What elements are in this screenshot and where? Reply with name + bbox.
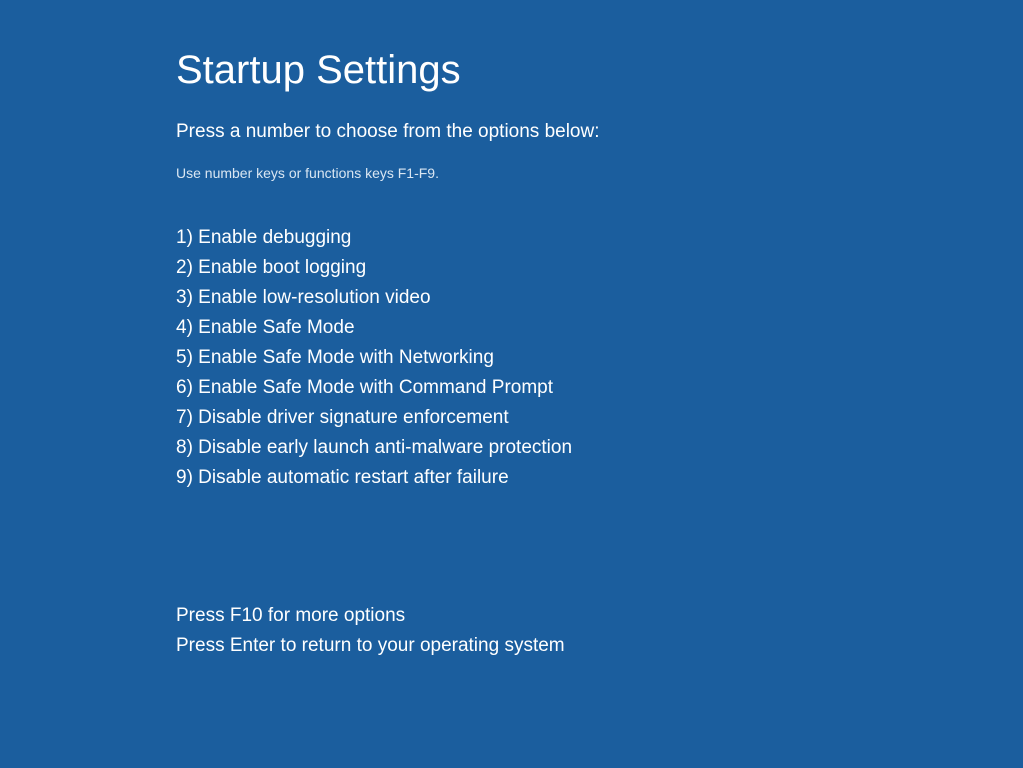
return-hint: Press Enter to return to your operating … [176,631,1023,661]
option-disable-driver-signature-enforcement[interactable]: 7) Disable driver signature enforcement [176,403,1023,433]
option-enable-boot-logging[interactable]: 2) Enable boot logging [176,253,1023,283]
option-enable-safe-mode-networking[interactable]: 5) Enable Safe Mode with Networking [176,343,1023,373]
instructions-hint: Use number keys or functions keys F1-F9. [176,165,1023,181]
footer-instructions: Press F10 for more options Press Enter t… [176,601,1023,661]
option-enable-safe-mode[interactable]: 4) Enable Safe Mode [176,313,1023,343]
startup-settings-screen: Startup Settings Press a number to choos… [0,0,1023,661]
option-enable-safe-mode-command-prompt[interactable]: 6) Enable Safe Mode with Command Prompt [176,373,1023,403]
option-enable-low-resolution-video[interactable]: 3) Enable low-resolution video [176,283,1023,313]
page-title: Startup Settings [176,48,1023,93]
more-options-hint: Press F10 for more options [176,601,1023,631]
option-enable-debugging[interactable]: 1) Enable debugging [176,223,1023,253]
options-list: 1) Enable debugging 2) Enable boot loggi… [176,223,1023,493]
instructions-subtitle: Press a number to choose from the option… [176,121,1023,143]
option-disable-automatic-restart[interactable]: 9) Disable automatic restart after failu… [176,463,1023,493]
option-disable-early-launch-anti-malware[interactable]: 8) Disable early launch anti-malware pro… [176,433,1023,463]
